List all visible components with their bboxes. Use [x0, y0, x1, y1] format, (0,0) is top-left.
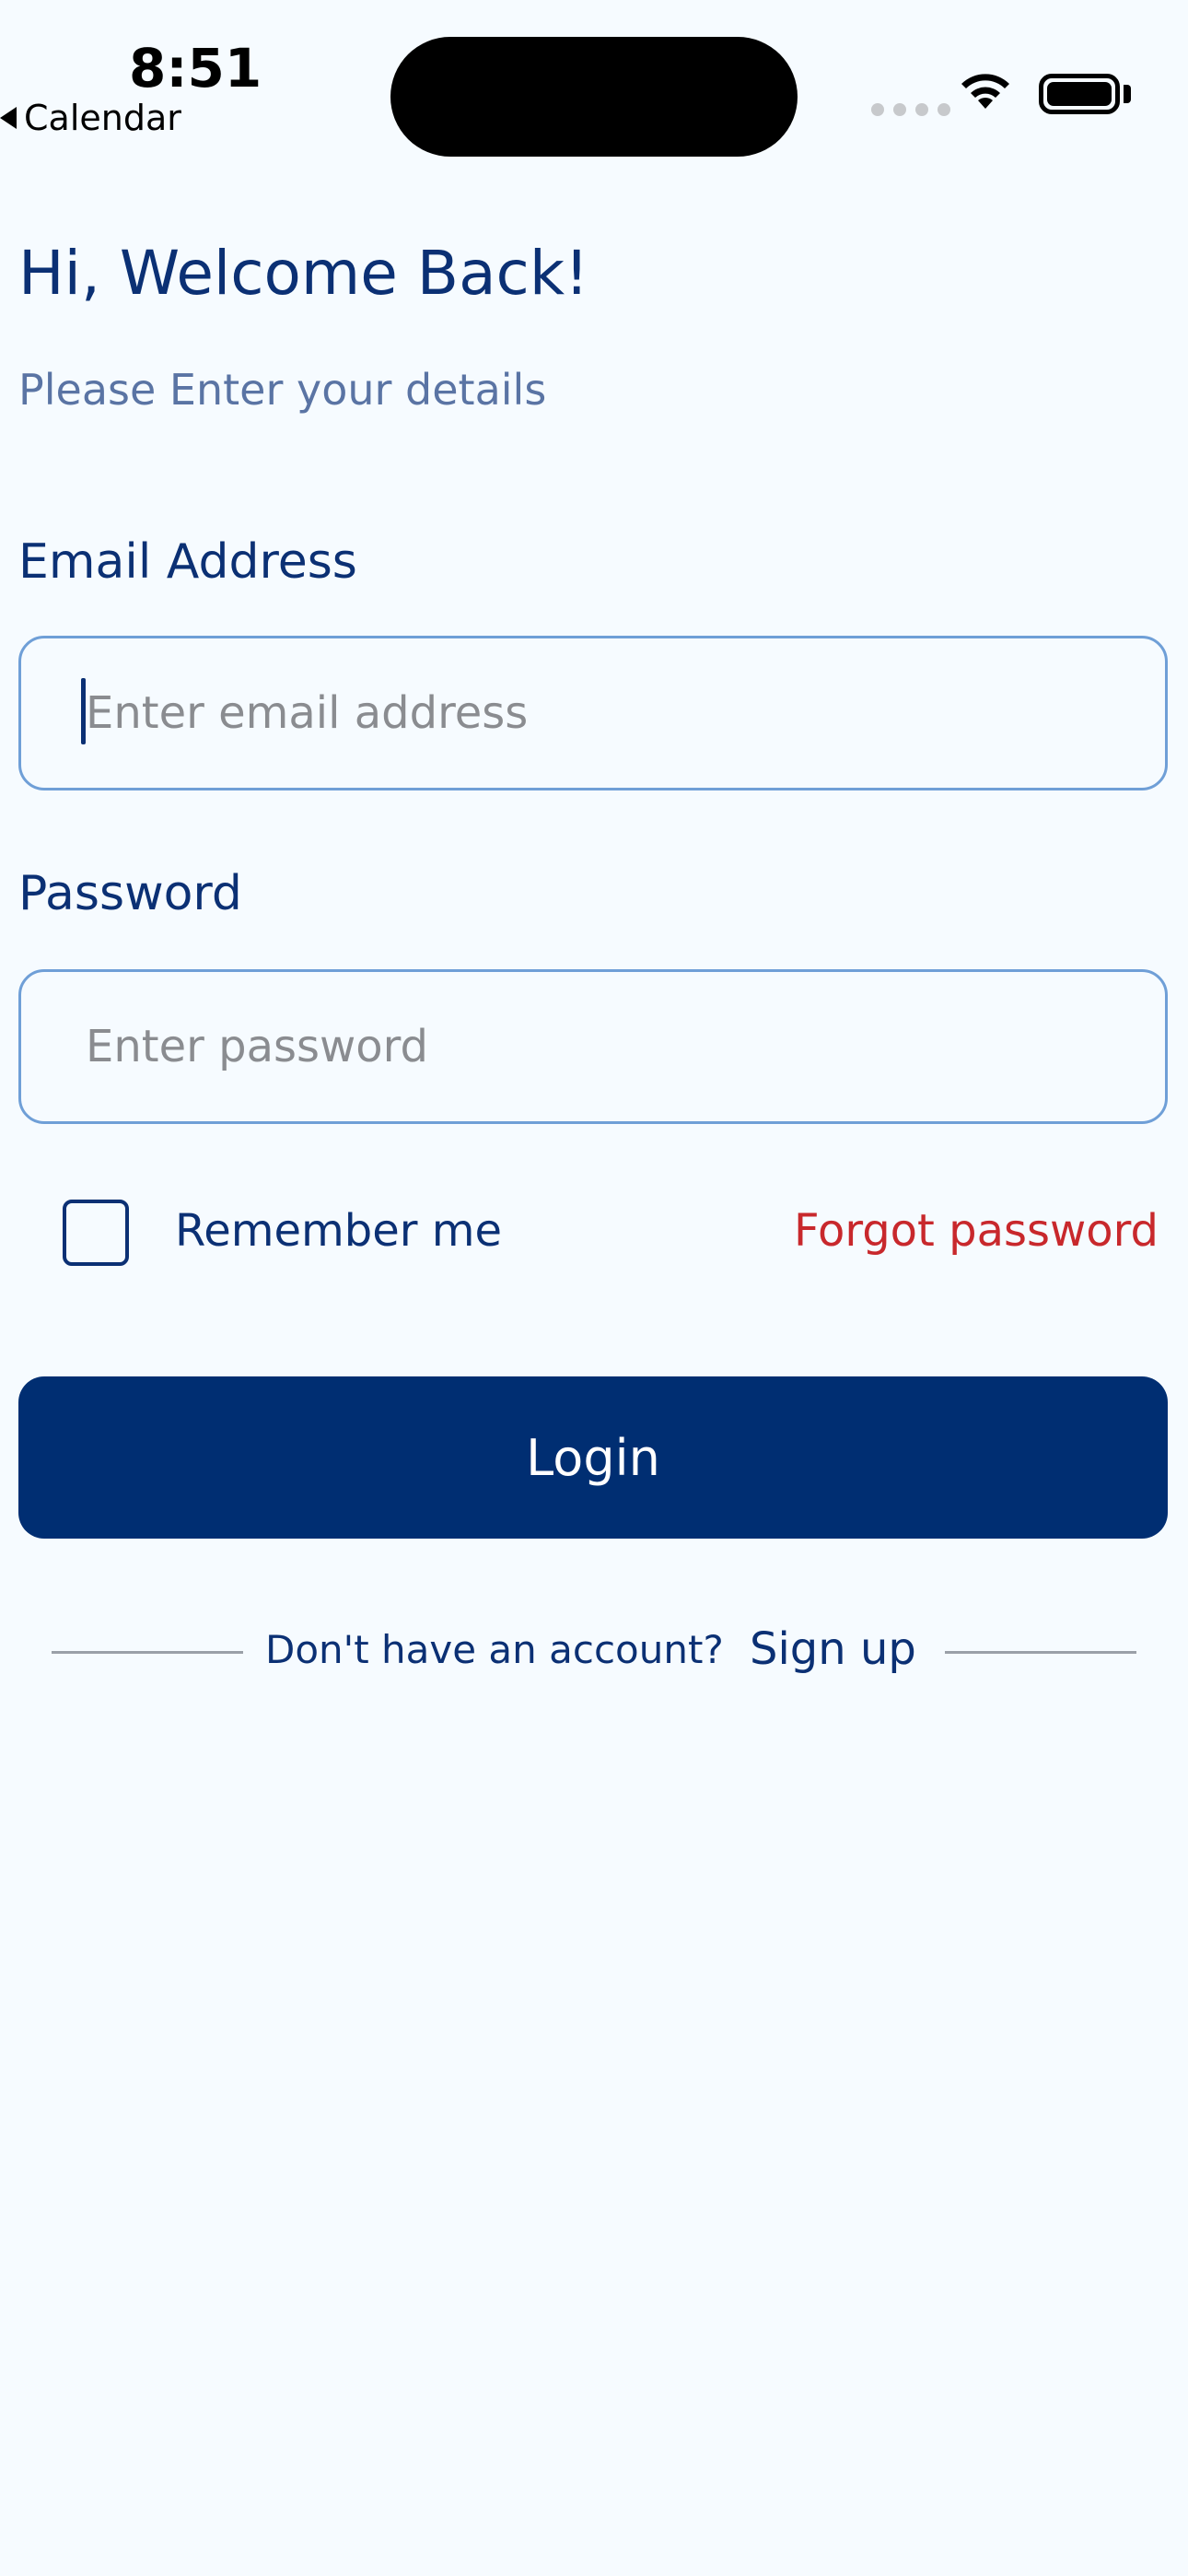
password-field[interactable] — [18, 969, 1168, 1124]
battery-icon — [1039, 74, 1120, 114]
password-label: Password — [18, 866, 242, 921]
forgot-password-link[interactable]: Forgot password — [794, 1205, 1159, 1257]
sign-up-link[interactable]: Sign up — [750, 1623, 916, 1675]
wifi-icon — [961, 74, 1009, 109]
status-bar: 8:51 Calendar — [0, 0, 1188, 157]
battery-cap — [1124, 85, 1131, 103]
page-subtitle: Please Enter your details — [18, 365, 547, 415]
remember-me-label[interactable]: Remember me — [175, 1205, 502, 1257]
back-app-label: Calendar — [24, 98, 181, 138]
email-field[interactable] — [18, 636, 1168, 790]
dynamic-island — [390, 37, 798, 157]
page-title: Hi, Welcome Back! — [18, 238, 589, 309]
cellular-signal-icon — [871, 103, 950, 116]
login-button[interactable]: Login — [18, 1376, 1168, 1539]
signup-prompt: Don't have an account? — [265, 1627, 724, 1672]
text-caret — [81, 678, 86, 744]
back-triangle-icon — [0, 107, 17, 129]
divider-right — [945, 1651, 1136, 1654]
back-to-app[interactable]: Calendar — [0, 98, 181, 138]
status-time: 8:51 — [129, 37, 262, 100]
email-label: Email Address — [18, 534, 357, 590]
divider-left — [52, 1651, 243, 1654]
remember-me-checkbox[interactable] — [63, 1200, 129, 1266]
